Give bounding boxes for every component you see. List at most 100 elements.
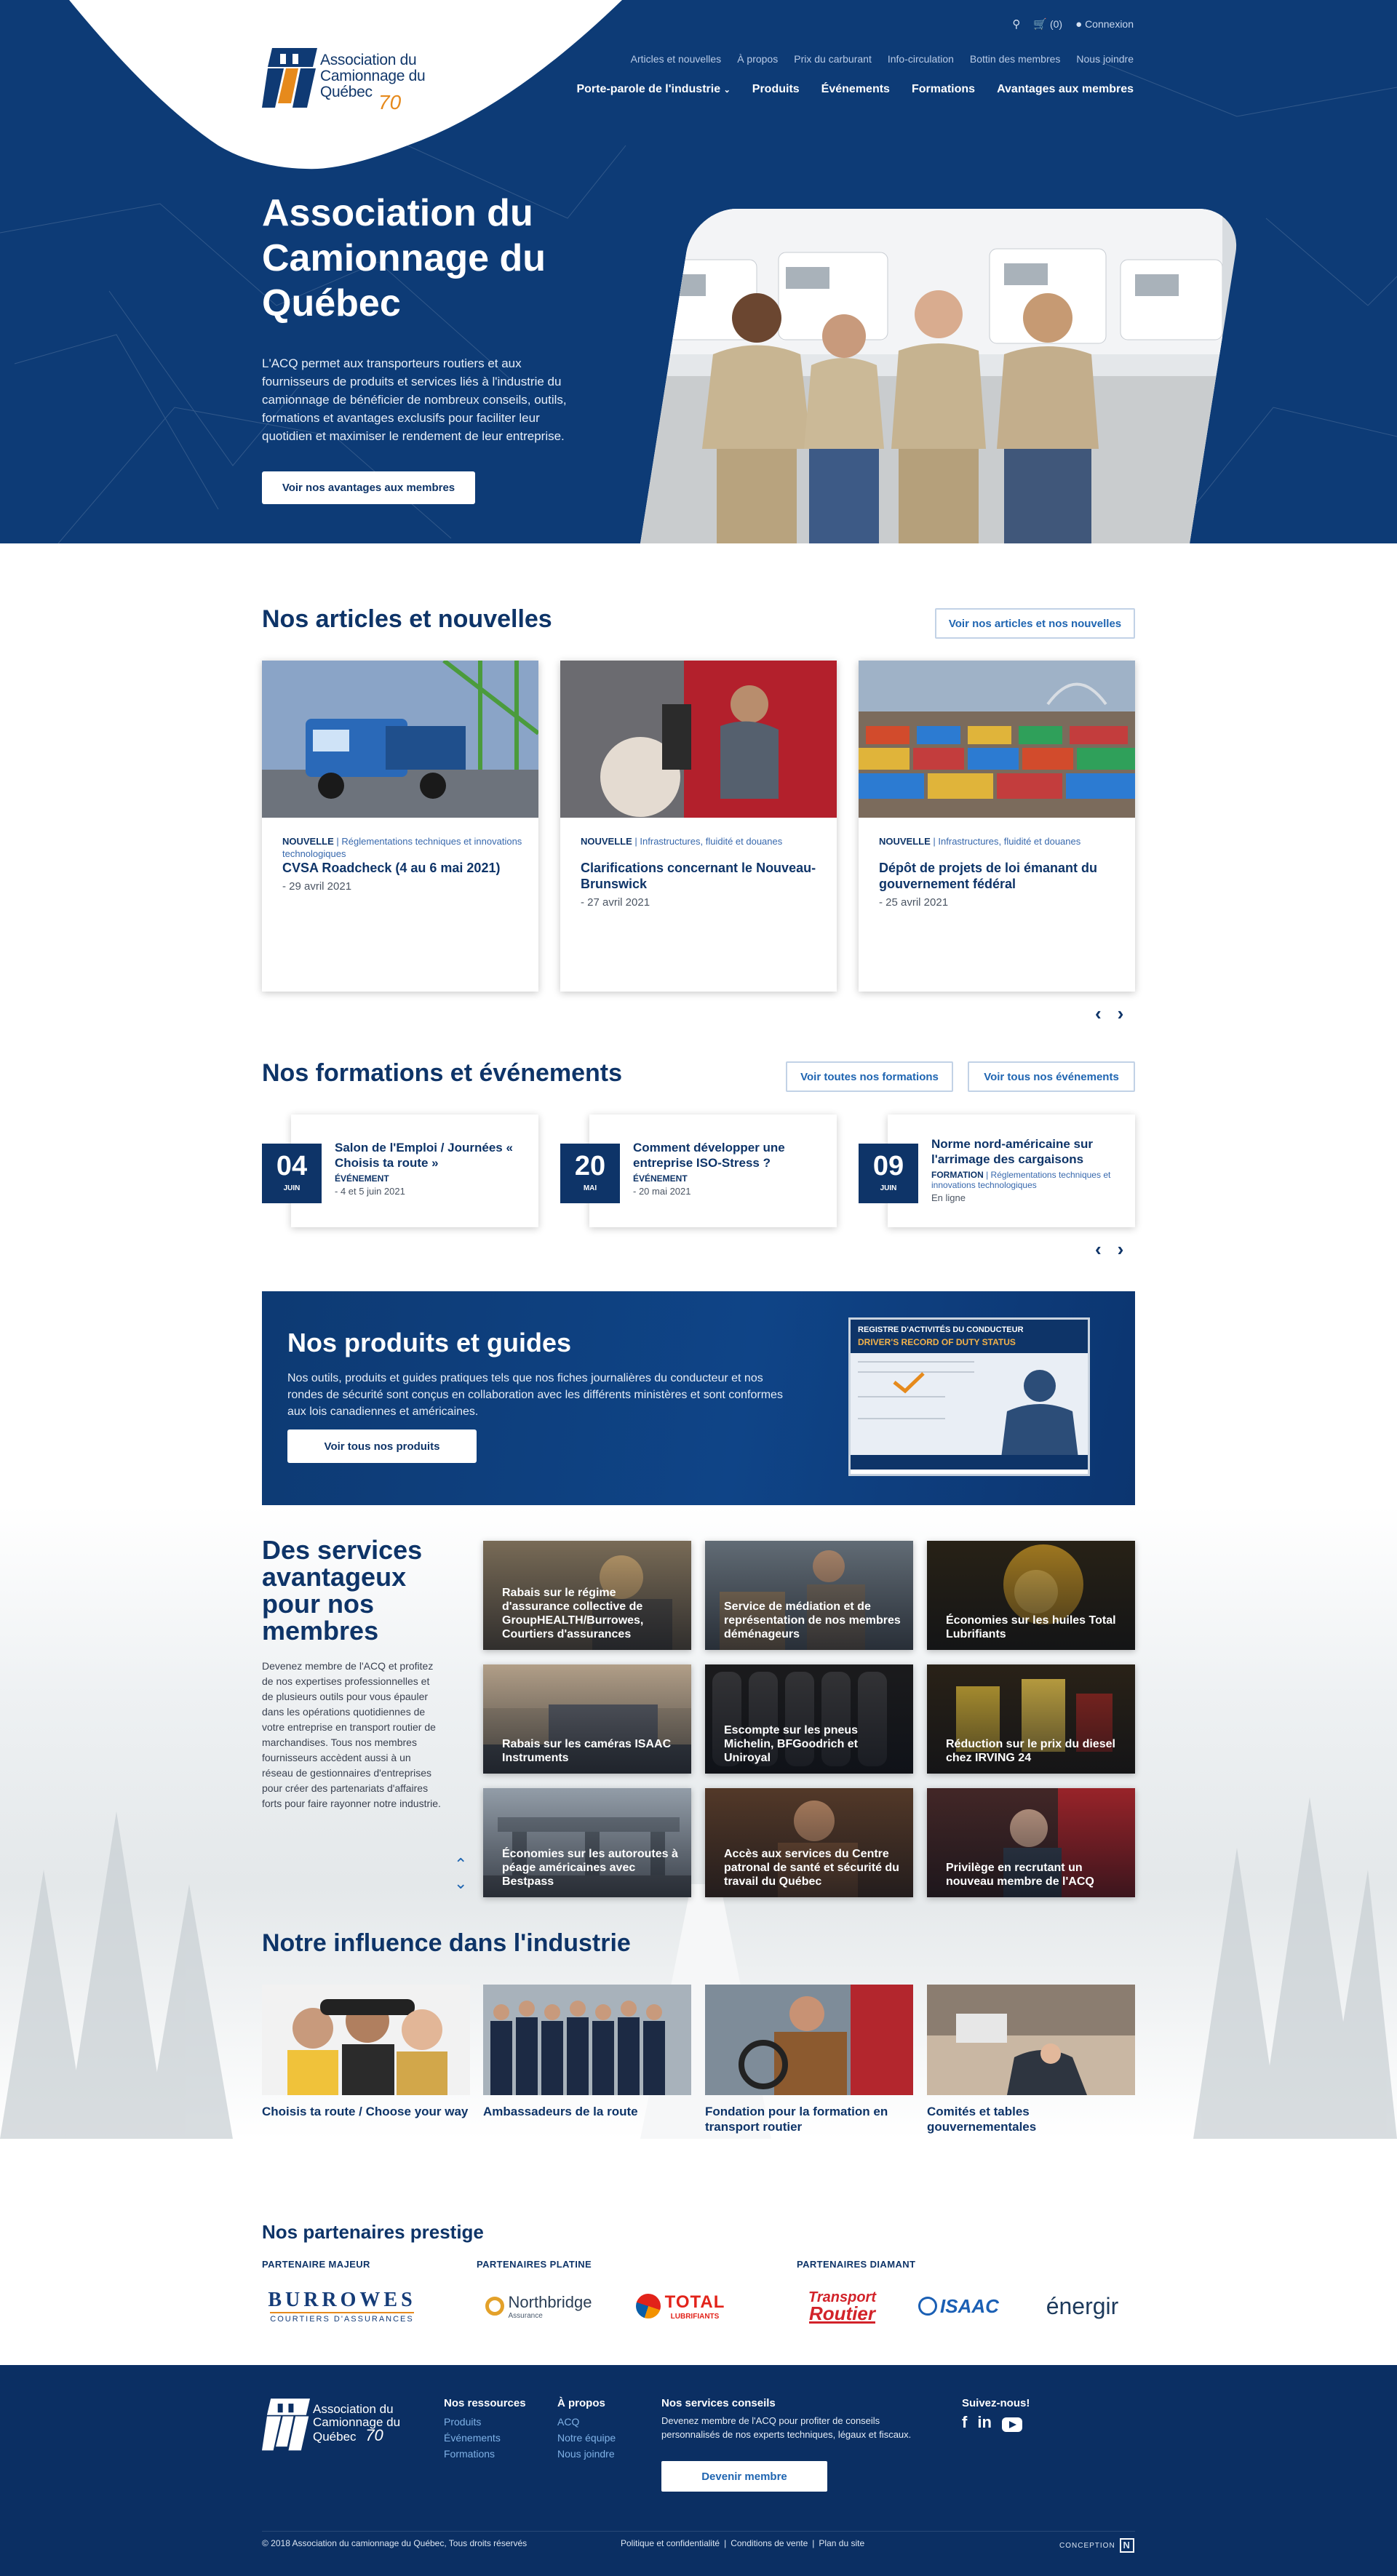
article-title[interactable]: Clarifications concernant le Nouveau-Bru… [581,860,821,911]
chevron-up-icon[interactable]: ⌃ [454,1855,467,1874]
energir-logo[interactable]: énergir [1030,2284,1135,2328]
event-date: - 20 mai 2021 [633,1186,691,1197]
total-logo[interactable]: TOTAL LUBRIFIANTS [626,2284,735,2328]
article-title[interactable]: CVSA Roadcheck (4 au 6 mai 2021) - 29 avr… [282,860,522,895]
chevron-right-icon[interactable]: › [1118,1238,1124,1261]
benefit-tile[interactable]: Économies sur les autoroutes à péage amé… [483,1788,691,1897]
benefit-label: Rabais sur le régime d'assurance collect… [502,1587,644,1640]
influence-item[interactable]: Choisis ta route / Choose your way [262,1985,470,2119]
influence-item[interactable]: Fondation pour la formation en transport… [705,1985,913,2134]
nav-info-circulation[interactable]: Info-circulation [888,53,954,65]
benefit-tile[interactable]: Service de médiation et de représentatio… [705,1541,913,1650]
influence-image-ambassadors [483,1985,691,2095]
products-text: Nos outils, produits et guides pratiques… [287,1372,783,1418]
nav-articles[interactable]: Articles et nouvelles [631,53,722,65]
benefit-tile[interactable]: Économies sur les huiles Total Lubrifian… [927,1541,1135,1650]
benefit-tile[interactable]: Rabais sur le régime d'assurance collect… [483,1541,691,1650]
northbridge-logo[interactable]: Northbridge Assurance [477,2284,600,2328]
footer-link-sitemap[interactable]: Plan du site [819,2538,864,2548]
view-products-button[interactable]: Voir tous nos produits [287,1429,477,1463]
footer-link-formations[interactable]: Formations [444,2446,526,2462]
event-type: ÉVÉNEMENT [335,1173,389,1184]
event-title[interactable]: Norme nord-américaine sur l'arrimage des… [931,1136,1121,1167]
logo-wordmark: Association du Camionnage du Québec [320,52,426,100]
become-member-button[interactable]: Devenir membre [661,2461,827,2492]
footer-link-evenements[interactable]: Événements [444,2430,526,2446]
footer-link-privacy[interactable]: Politique et confidentialité [621,2538,720,2548]
event-type: FORMATION | Réglementations techniques e… [931,1170,1111,1190]
influence-item[interactable]: Comités et tables gouvernementales [927,1985,1135,2134]
article-image-containers [859,661,1135,818]
nav-prix-carburant[interactable]: Prix du carburant [794,53,872,65]
event-title[interactable]: Comment développer une entreprise ISO-St… [633,1140,822,1171]
acq-logo-mark-icon [262,48,317,108]
utility-bar: ⚲ 🛒 (0) ● Connexion [1012,17,1134,31]
event-card[interactable]: 20 MAI Comment développer une entreprise … [560,1114,837,1227]
tier-major: PARTENAIRE MAJEUR [262,2259,370,2270]
cart-link[interactable]: 🛒 (0) [1033,17,1062,31]
influence-item[interactable]: Ambassadeurs de la route [483,1985,691,2119]
event-card[interactable]: 04 JUIN Salon de l'Emploi / Journées « Ch… [262,1114,538,1227]
article-category: NOUVELLE | Réglementations techniques et… [282,836,522,859]
total-icon [635,2294,661,2318]
article-category: NOUVELLE | Infrastructures, fluidité et … [581,836,783,847]
article-date: - 29 avril 2021 [282,880,352,893]
conception-label: CONCEPTION [1059,2541,1115,2550]
nav-porte-parole[interactable]: Porte-parole de l'industrie ⌄ [576,83,730,96]
article-card[interactable]: NOUVELLE | Infrastructures, fluidité et … [859,661,1135,992]
event-card[interactable]: 09 JUIN Norme nord-américaine sur l'arrim… [859,1114,1135,1227]
nav-avantages[interactable]: Avantages aux membres [997,83,1134,96]
benefit-label: Économies sur les autoroutes à péage amé… [502,1848,678,1888]
event-date: - 4 et 5 juin 2021 [335,1186,405,1197]
article-card[interactable]: NOUVELLE | Infrastructures, fluidité et … [560,661,837,992]
login-link[interactable]: ● Connexion [1075,18,1134,31]
nav-formations[interactable]: Formations [912,83,975,96]
footer-link-produits[interactable]: Produits [444,2414,526,2430]
nav-bottin[interactable]: Bottin des membres [970,53,1061,65]
footer-link-equipe[interactable]: Notre équipe [557,2430,616,2446]
nav-produits[interactable]: Produits [752,83,800,96]
article-image-truck [262,661,538,818]
view-articles-button[interactable]: Voir nos articles et nos nouvelles [935,608,1135,639]
benefit-tile[interactable]: Réduction sur le prix du diesel chez IRV… [927,1664,1135,1774]
article-image-driver [560,661,837,818]
footer-logo[interactable]: Association du Camionnage du Québec 70 [262,2396,407,2457]
nav-nous-joindre[interactable]: Nous joindre [1076,53,1134,65]
footer-conception[interactable]: CONCEPTION N [1059,2538,1134,2553]
facebook-icon[interactable]: f [962,2414,967,2432]
event-title[interactable]: Salon de l'Emploi / Journées « Choisis t… [335,1140,524,1171]
footer-link-joindre[interactable]: Nous joindre [557,2446,616,2462]
search-icon[interactable]: ⚲ [1012,17,1020,31]
chevron-right-icon[interactable]: › [1118,1002,1124,1025]
linkedin-icon[interactable]: in [977,2414,992,2432]
tier-platinum: PARTENAIRES PLATINE [477,2259,592,2270]
transport-routier-logo[interactable]: Transport Routier [797,2284,888,2328]
footer-copyright: © 2018 Association du camionnage du Québ… [262,2538,528,2548]
chevron-down-icon[interactable]: ⌄ [454,1874,467,1893]
article-title[interactable]: Dépôt de projets de loi émanant du gouve… [879,860,1119,911]
chevron-left-icon[interactable]: ‹ [1095,1002,1102,1025]
view-trainings-button[interactable]: Voir toutes nos formations [786,1061,953,1092]
articles-title: Nos articles et nouvelles [262,605,552,633]
benefit-tile[interactable]: Accès aux services du Centre patronal de… [705,1788,913,1897]
products-banner: Nos produits et guides Nos outils, produ… [262,1291,1135,1505]
benefit-label: Économies sur les huiles Total Lubrifian… [946,1614,1116,1640]
nav-a-propos[interactable]: À propos [737,53,778,65]
influence-image-youth [262,1985,470,2095]
hero-cta-button[interactable]: Voir nos avantages aux membres [262,471,475,504]
event-date: En ligne [931,1192,966,1203]
chevron-left-icon[interactable]: ‹ [1095,1238,1102,1261]
benefit-tile[interactable]: Escompte sur les pneus Michelin, BFGoodr… [705,1664,913,1774]
footer-link-terms[interactable]: Conditions de vente [731,2538,808,2548]
benefit-tile[interactable]: Privilège en recrutant un nouveau membre… [927,1788,1135,1897]
footer-link-acq[interactable]: ACQ [557,2414,616,2430]
isaac-logo[interactable]: ISAAC [913,2284,1004,2328]
benefit-tile[interactable]: Rabais sur les caméras ISAAC Instruments [483,1664,691,1774]
footer-resources: Nos ressources Produits Événements Forma… [444,2396,526,2462]
acq-logo[interactable]: Association du Camionnage du Québec 70 [262,45,429,118]
view-events-button[interactable]: Voir tous nos événements [968,1061,1135,1092]
burrowes-logo[interactable]: BURROWES COURTIERS D'ASSURANCES [262,2284,422,2328]
nav-evenements[interactable]: Événements [821,83,890,96]
article-card[interactable]: NOUVELLE | Réglementations techniques et… [262,661,538,992]
youtube-icon[interactable] [1001,2417,1022,2432]
